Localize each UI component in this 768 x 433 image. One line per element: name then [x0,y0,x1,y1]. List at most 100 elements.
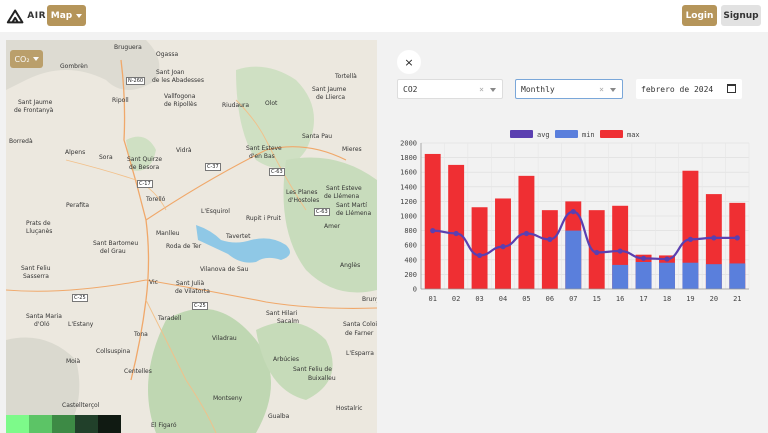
road-label: C-63 [269,168,285,176]
x-tick-label: 05 [522,295,530,303]
road-label: C-17 [137,180,153,188]
y-tick-label: 1600 [400,169,417,177]
avg-point [640,255,647,261]
min-bar [682,262,699,289]
y-tick-label: 400 [404,256,417,264]
clear-pollutant-icon[interactable]: × [479,85,484,94]
avg-legend-swatch [510,130,533,138]
x-tick-label: 21 [733,295,741,303]
road-label: C-37 [205,163,221,171]
map-place-label: Vic [149,279,158,286]
map-place-label: Roda de Ter [166,243,202,250]
month-date-input[interactable]: febrero de 2024 [636,79,742,99]
calendar-icon[interactable] [727,84,736,93]
max-bar [448,164,465,289]
map-place-label: Centelles [124,368,152,375]
map-view[interactable]: Bruguera Ogassa Gombrèn Sant Joan de les Aba… [6,40,377,433]
map-place-label: de Frontanyà [14,107,54,114]
pollutant-map-label: CO₂ [14,54,30,64]
min-bar [729,263,746,289]
chevron-down-icon[interactable] [490,88,496,92]
avg-point [453,230,459,237]
avg-point [617,248,623,254]
period-select-value: Monthly [521,84,555,94]
max-legend-swatch [600,130,623,138]
map-place-label: Sant Joan [156,69,185,76]
logo-text: AIR [27,11,46,21]
pollutant-select[interactable]: CO2 × [397,79,503,99]
color-legend [6,415,121,433]
avg-point [734,235,740,241]
map-place-label: Moià [66,358,81,365]
signup-button[interactable]: Signup [721,5,761,26]
legend-swatch [6,415,29,433]
map-place-label: Torelló [146,196,166,203]
map-place-label: Manlleu [156,230,180,237]
legend-swatch [29,415,52,433]
map-place-label: Viladrau [212,335,237,342]
y-tick-label: 800 [404,227,417,235]
map-place-label: L'Estany [68,321,94,328]
y-tick-label: 1400 [400,183,417,191]
clear-period-icon[interactable]: × [599,85,604,94]
close-icon: × [404,55,414,69]
map-place-label: de les Abadesses [152,77,204,84]
logo[interactable]: AIR [6,7,46,25]
x-tick-label: 01 [428,295,436,303]
co2-chart: avg min max 0 200 400 600 800 1000 1200 1400 1600 1… [400,130,750,303]
map-place-label: Ogassa [156,51,179,58]
map-place-label: de Llémena [324,193,360,200]
map-place-label: Sant Bartomeu [93,240,139,247]
map-place-label: Vilanova de Sau [200,266,249,273]
map-place-label: de Llémena [336,210,372,217]
min-bar [659,262,675,289]
map-place-label: Sacalm [277,318,299,325]
map-place-label: Sant Feliu de [293,366,332,373]
legend-swatch [52,415,75,433]
map-place-label: de Llierca [316,94,346,101]
map-place-label: Santa Maria [26,313,62,320]
pollutant-map-button[interactable]: CO₂ [10,50,43,68]
map-place-label: Sant Esteve [326,185,362,192]
x-tick-label: 04 [499,295,507,303]
y-tick-label: 0 [413,286,417,294]
map-place-label: Castellterçol [62,402,100,409]
y-tick-label: 600 [404,242,417,250]
map-place-label: Sant Hilari [266,310,298,317]
map-place-label: Prats de [26,220,51,227]
x-tick-label: 19 [686,295,694,303]
chevron-down-icon[interactable] [610,88,616,92]
login-button[interactable]: Login [682,5,717,26]
map-place-label: Hostalric [336,405,363,412]
map-place-label: Santa Pau [302,133,333,140]
y-tick-label: 2000 [400,140,417,148]
avg-point [570,209,576,215]
period-select[interactable]: Monthly × [515,79,623,99]
map-place-label: Sant Jaume [18,99,53,106]
min-bar [565,230,582,289]
map-place-label: Sant Quirze [127,156,163,163]
map-place-label: Lluçanès [26,228,53,235]
avg-point [523,230,530,237]
map-menu-button[interactable]: Map [47,5,86,26]
map-place-label: Rupit i Pruit [246,215,281,222]
map-place-label: Gombrèn [60,63,88,70]
mountain-logo-icon [6,9,24,24]
caret-down-icon [32,57,39,61]
close-button[interactable]: × [397,50,421,74]
map-menu-label: Map [50,10,73,21]
map-place-label: Buixalleu [308,375,336,382]
map-place-label: Tona [134,331,148,338]
avg-point [476,252,483,259]
map-place-label: Bruny [362,296,377,303]
map-place-label: Collsuspina [96,348,131,355]
map-place-label: d'Oló [34,321,50,328]
avg-legend-label: avg [537,131,550,139]
min-bar [635,261,652,289]
map-place-label: Sant Feliu [21,265,51,272]
x-tick-label: 07 [569,295,577,303]
date-input-value: febrero de 2024 [641,84,714,94]
x-tick-label: 16 [616,295,624,303]
min-bar [705,264,722,289]
avg-point [711,235,717,241]
